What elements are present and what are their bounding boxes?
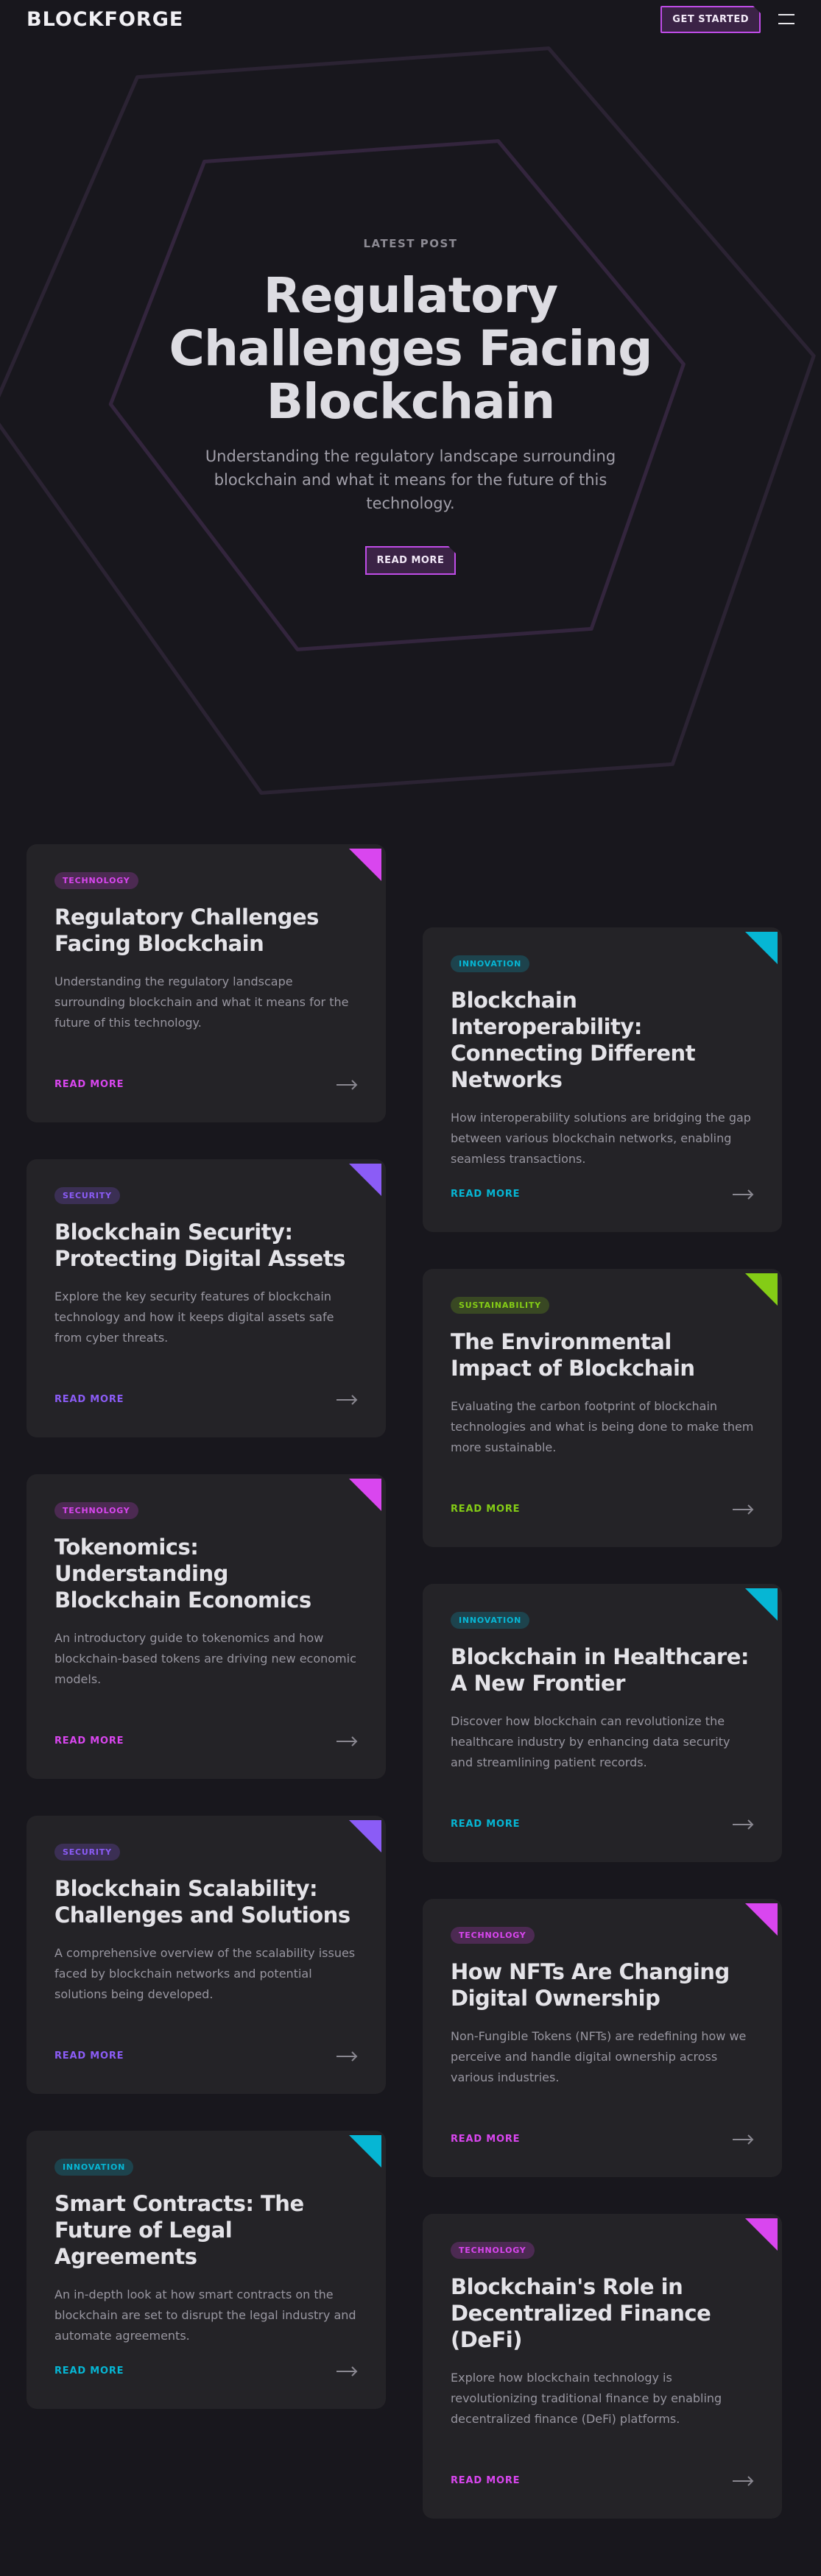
post-card[interactable]: TECHNOLOGY Regulatory Challenges Facing … [27,844,386,1122]
category-badge: TECHNOLOGY [54,1502,138,1519]
corner-accent-icon [349,2135,381,2168]
post-description: How interoperability solutions are bridg… [451,1111,751,1166]
card-footer: READ MORE [451,1504,754,1515]
hero-subtitle: Understanding the regulatory landscape s… [205,447,616,512]
read-more-link[interactable]: READ MORE [451,1504,520,1515]
read-more-link[interactable]: READ MORE [54,2366,124,2377]
post-title[interactable]: Tokenomics: Understanding Blockchain Eco… [54,1534,358,1613]
corner-accent-icon [745,1903,778,1936]
post-title[interactable]: Blockchain Security: Protecting Digital … [54,1219,358,1272]
post-card[interactable]: INNOVATION Smart Contracts: The Future o… [27,2131,386,2409]
hero-section: LATEST POST Regulatory Challenges Facing… [0,38,821,804]
header-actions: GET STARTED [660,5,794,33]
post-card[interactable]: SECURITY Blockchain Security: Protecting… [27,1159,386,1437]
get-started-button[interactable]: GET STARTED [660,5,761,33]
read-more-link[interactable]: READ MORE [451,1189,520,1200]
post-card[interactable]: TECHNOLOGY Blockchain's Role in Decentra… [423,2214,782,2519]
card-footer: READ MORE [54,1079,358,1090]
category-badge: SECURITY [54,1844,120,1861]
arrow-right-icon[interactable] [336,1735,358,1747]
arrow-right-icon[interactable] [336,2366,358,2377]
arrow-right-icon[interactable] [336,1079,358,1090]
card-footer: READ MORE [54,2050,358,2062]
card-footer: READ MORE [54,1735,358,1747]
corner-accent-icon [349,1479,381,1511]
arrow-right-icon[interactable] [732,2134,754,2145]
read-more-link[interactable]: READ MORE [54,1394,124,1405]
arrow-right-icon[interactable] [732,1504,754,1515]
category-badge: INNOVATION [54,2159,134,2176]
post-card[interactable]: SECURITY Blockchain Scalability: Challen… [27,1816,386,2094]
post-title[interactable]: Smart Contracts: The Future of Legal Agr… [54,2190,358,2270]
corner-accent-icon [745,2218,778,2251]
post-description: Understanding the regulatory landscape s… [54,974,349,1030]
post-title[interactable]: Blockchain Interoperability: Connecting … [451,987,754,1093]
corner-accent-icon [745,932,778,964]
corner-accent-icon [349,849,381,881]
post-card[interactable]: INNOVATION Blockchain in Healthcare: A N… [423,1584,782,1862]
hero-title: Regulatory Challenges Facing Blockchain [169,267,653,430]
site-logo[interactable]: BLOCKFORGE [27,8,183,31]
post-card[interactable]: INNOVATION Blockchain Interoperability: … [423,927,782,1232]
arrow-right-icon[interactable] [732,1189,754,1200]
category-badge: SECURITY [54,1187,120,1204]
site-header: BLOCKFORGE GET STARTED [0,0,821,38]
card-footer: READ MORE [54,1394,358,1405]
hero-content: LATEST POST Regulatory Challenges Facing… [0,237,821,575]
category-badge: SUSTAINABILITY [451,1297,549,1314]
card-footer: READ MORE [451,1189,754,1200]
post-description: An introductory guide to tokenomics and … [54,1631,356,1686]
category-badge: TECHNOLOGY [451,2242,535,2259]
post-card[interactable]: TECHNOLOGY How NFTs Are Changing Digital… [423,1899,782,2177]
category-badge: INNOVATION [451,955,530,972]
category-badge: TECHNOLOGY [451,1927,535,1944]
corner-accent-icon [349,1164,381,1196]
read-more-link[interactable]: READ MORE [54,2050,124,2062]
post-description: An in-depth look at how smart contracts … [54,2287,356,2343]
read-more-link[interactable]: READ MORE [54,1735,124,1747]
post-title[interactable]: The Environmental Impact of Blockchain [451,1328,754,1381]
post-card[interactable]: SUSTAINABILITY The Environmental Impact … [423,1269,782,1547]
card-footer: READ MORE [451,2134,754,2145]
read-more-link[interactable]: READ MORE [54,1079,124,1090]
read-more-link[interactable]: READ MORE [451,1819,520,1830]
post-title[interactable]: Blockchain's Role in Decentralized Finan… [451,2274,754,2353]
arrow-right-icon[interactable] [732,2475,754,2486]
card-footer: READ MORE [451,1819,754,1830]
hero-eyebrow: LATEST POST [363,237,458,250]
card-footer: READ MORE [54,2366,358,2377]
post-title[interactable]: How NFTs Are Changing Digital Ownership [451,1958,754,2011]
post-description: Non-Fungible Tokens (NFTs) are redefinin… [451,2029,747,2084]
hamburger-menu-icon[interactable] [778,14,794,24]
read-more-link[interactable]: READ MORE [451,2475,520,2486]
arrow-right-icon[interactable] [336,2050,358,2062]
post-title[interactable]: Regulatory Challenges Facing Blockchain [54,904,358,957]
corner-accent-icon [745,1273,778,1306]
post-title[interactable]: Blockchain in Healthcare: A New Frontier [451,1643,754,1696]
category-badge: INNOVATION [451,1612,530,1629]
post-description: A comprehensive overview of the scalabil… [54,1946,356,2001]
hero-read-more-button[interactable]: READ MORE [364,546,457,575]
post-description: Evaluating the carbon footprint of block… [451,1399,754,1454]
corner-accent-icon [745,1588,778,1621]
post-card[interactable]: TECHNOLOGY Tokenomics: Understanding Blo… [27,1474,386,1779]
post-description: Explore how blockchain technology is rev… [451,2371,722,2426]
card-footer: READ MORE [451,2475,754,2486]
category-badge: TECHNOLOGY [54,872,138,889]
corner-accent-icon [349,1820,381,1853]
post-description: Discover how blockchain can revolutioniz… [451,1714,730,1769]
post-description: Explore the key security features of blo… [54,1289,334,1345]
read-more-link[interactable]: READ MORE [451,2134,520,2145]
arrow-right-icon[interactable] [732,1819,754,1830]
arrow-right-icon[interactable] [336,1394,358,1405]
post-title[interactable]: Blockchain Scalability: Challenges and S… [54,1875,358,1928]
